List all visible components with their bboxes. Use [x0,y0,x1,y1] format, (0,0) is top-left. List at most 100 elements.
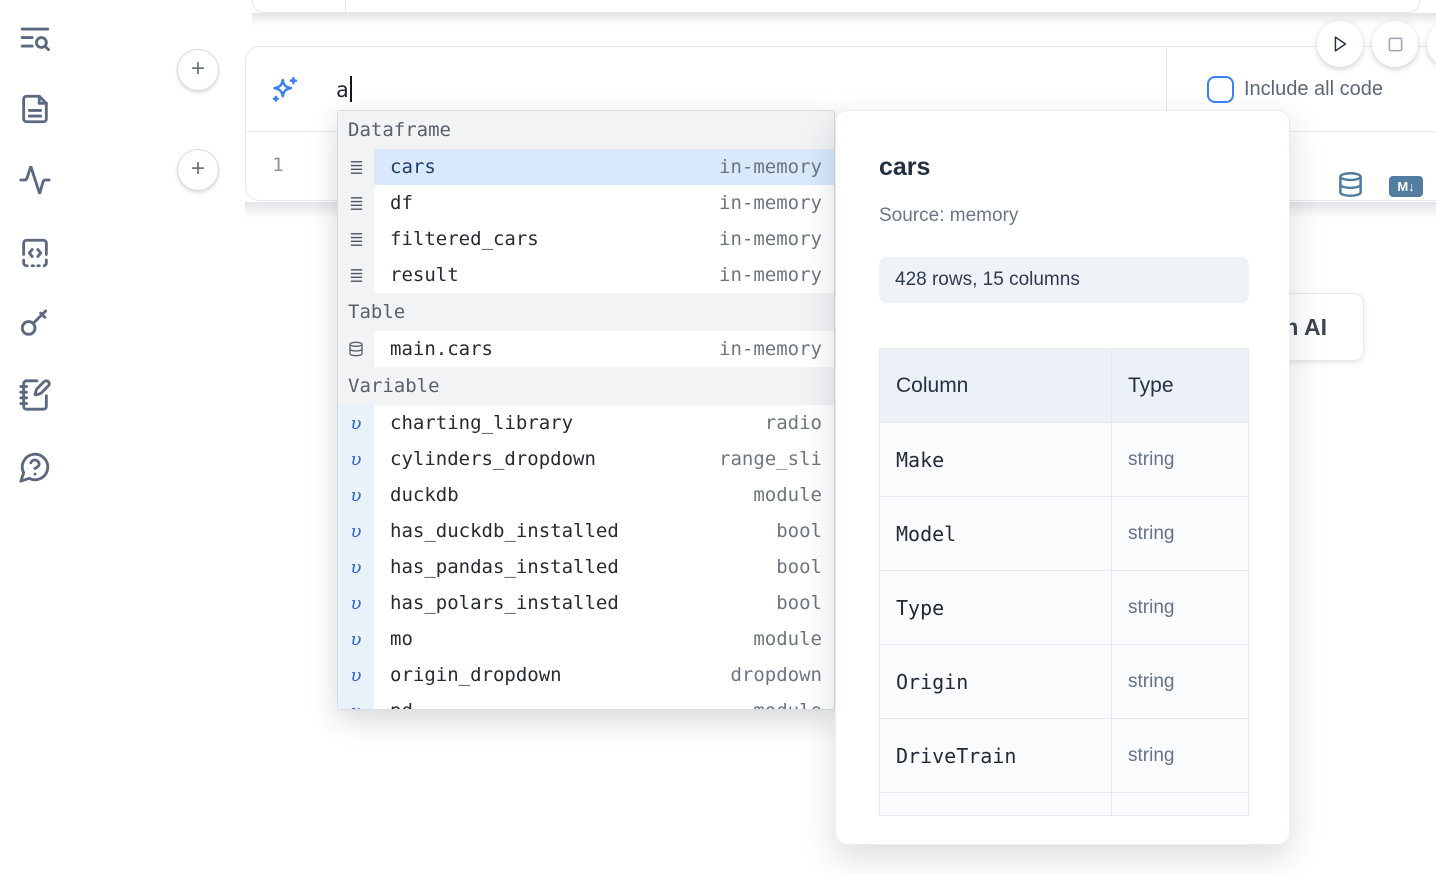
preview-shape-badge: 428 rows, 15 columns [879,257,1249,303]
column-type: string [1128,597,1174,619]
schema-row: Model string [880,497,1248,571]
item-type: module [753,484,822,506]
ai-sparkles-icon [269,75,299,105]
column-name: Model [896,522,956,546]
item-type: in-memory [719,192,822,214]
autocomplete-section-variable: Variable [338,367,834,405]
play-icon [1329,33,1351,55]
variable-icon: υ [338,513,374,549]
include-all-code-checkbox[interactable] [1207,76,1234,103]
sidebar [0,0,72,874]
code-snippet-icon[interactable] [18,236,54,272]
preview-title: cars [879,153,930,182]
include-all-code-label[interactable]: Include all code [1244,78,1383,101]
schema-header-row: Column Type [880,349,1248,423]
ai-prompt-value: a [336,78,349,102]
preview-schema-table: Column Type Makestring Model string Type str… [879,348,1249,816]
item-type: bool [776,556,822,578]
dataframe-preview-popup: cars Source: memory 428 rows, 15 columns… [835,110,1290,845]
schema-row: DriveTrain string [880,719,1248,793]
item-name: main.cars [390,338,493,360]
variable-icon: υ [338,621,374,657]
previous-cell-gutter-divider [345,0,346,13]
item-name: origin_dropdown [390,664,562,686]
item-name: has_duckdb_installed [390,520,619,542]
variable-icon: υ [338,657,374,693]
stop-button[interactable] [1372,21,1418,67]
schema-header-type: Type [1112,349,1248,422]
column-type: string [1128,523,1174,545]
item-name: df [390,192,413,214]
preview-source: Source: memory [879,205,1018,227]
database-connection-icon[interactable] [1337,171,1364,198]
item-type: bool [776,520,822,542]
previous-cell [252,0,1420,13]
item-type: in-memory [719,228,822,250]
item-name: charting_library [390,412,573,434]
item-type: module [753,628,822,650]
autocomplete-item-cylinders_dropdown[interactable]: υcylinders_dropdownrange_sli [338,441,834,477]
variable-icon: υ [338,405,374,441]
autocomplete-item-has_duckdb_installed[interactable]: υ has_duckdb_installed bool [338,513,834,549]
autocomplete-item-duckdb[interactable]: υduckdb module [338,477,834,513]
schema-row: Type string [880,571,1248,645]
variable-icon: υ [338,477,374,513]
item-name: has_pandas_installed [390,556,619,578]
autocomplete-item-filtered_cars[interactable]: filtered_cars in-memory [338,221,834,257]
autocomplete-item-main.cars[interactable]: main.carsin-memory [338,331,834,367]
column-type: string [1128,671,1174,693]
notebook-pen-icon[interactable] [18,378,54,414]
item-name: mo [390,628,413,650]
column-name: Type [896,596,944,620]
text-cursor [350,76,352,102]
item-type: module [753,700,822,710]
autocomplete-dropdown[interactable]: Dataframecarsin-memorydfin-memoryfiltere… [337,110,835,710]
dataframe-rows-icon [338,185,374,221]
schema-row [880,793,1248,816]
activity-icon[interactable] [18,163,54,199]
item-name: duckdb [390,484,459,506]
column-type: string [1128,745,1174,767]
run-cell-button[interactable] [1317,21,1363,67]
autocomplete-item-has_pandas_installed[interactable]: υ has_pandas_installed bool [338,549,834,585]
item-type: bool [776,592,822,614]
variable-icon: υ [338,549,374,585]
item-name: result [390,264,459,286]
column-type: string [1128,449,1174,471]
markdown-icon[interactable]: M↓ [1389,176,1423,197]
item-type: in-memory [719,156,822,178]
ai-prompt-input[interactable]: a [336,76,352,102]
list-search-icon[interactable] [18,22,54,58]
autocomplete-item-has_polars_installed[interactable]: υhas_polars_installedbool [338,585,834,621]
stop-icon [1385,34,1406,55]
help-circle-icon[interactable] [18,450,54,486]
autocomplete-item-cars[interactable]: cars in-memory [338,149,834,185]
autocomplete-item-result[interactable]: result in-memory [338,257,834,293]
add-cell-below-button[interactable]: + [177,149,219,191]
schema-header-column: Column [880,349,1112,422]
previous-cell-shadow [252,13,1436,26]
autocomplete-item-pd[interactable]: υ pd module [338,693,834,710]
item-name: has_polars_installed [390,592,619,614]
autocomplete-section-table: Table [338,293,834,331]
key-icon[interactable] [18,306,54,342]
schema-row: Makestring [880,423,1248,497]
autocomplete-item-origin_dropdown[interactable]: υ origin_dropdown dropdown [338,657,834,693]
file-text-icon[interactable] [18,92,54,128]
item-name: cars [390,156,436,178]
dataframe-rows-icon [338,221,374,257]
autocomplete-item-charting_library[interactable]: υcharting_libraryradio [338,405,834,441]
item-name: pd [390,700,413,710]
column-name: DriveTrain [896,744,1016,768]
item-type: in-memory [719,264,822,286]
item-name: filtered_cars [390,228,539,250]
autocomplete-item-df[interactable]: df in-memory [338,185,834,221]
item-type: dropdown [730,664,822,686]
variable-icon: υ [338,693,374,710]
dataframe-rows-icon [338,149,374,185]
schema-row: Originstring [880,645,1248,719]
autocomplete-item-mo[interactable]: υmo module [338,621,834,657]
item-name: cylinders_dropdown [390,448,596,470]
line-number: 1 [256,154,300,176]
add-cell-above-button[interactable]: + [177,49,219,91]
